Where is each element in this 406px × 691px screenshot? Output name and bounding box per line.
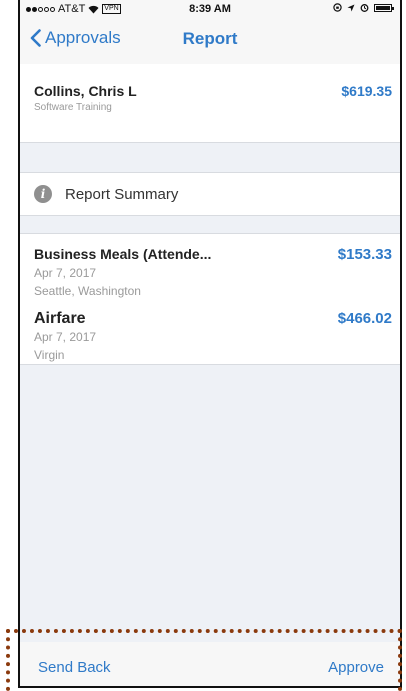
expense-location: Seattle, Washington	[34, 284, 141, 298]
phone-screen: AT&T VPN 8:39 AM Approvals Report Collin…	[18, 0, 402, 688]
bottom-toolbar: Send Back Approve	[20, 642, 400, 686]
expense-date: Apr 7, 2017	[34, 330, 97, 344]
status-right	[333, 3, 394, 12]
expense-title: Business Meals (Attende...	[34, 246, 212, 262]
report-header[interactable]: Collins, Chris L Software Training $619.…	[20, 64, 400, 143]
navigation-bar: Approvals Report	[20, 18, 400, 64]
expense-amount: $153.33	[337, 246, 392, 263]
location-icon	[347, 4, 355, 11]
report-total: $619.35	[341, 83, 392, 99]
alarm-icon	[360, 4, 369, 12]
expense-item[interactable]: Business Meals (Attende... Apr 7, 2017 S…	[20, 246, 400, 306]
send-back-button[interactable]: Send Back	[38, 659, 111, 676]
expense-title: Airfare	[34, 310, 86, 327]
status-bar: AT&T VPN 8:39 AM	[20, 0, 400, 18]
expense-list: Business Meals (Attende... Apr 7, 2017 S…	[20, 233, 400, 365]
info-icon: i	[34, 185, 52, 203]
employee-name: Collins, Chris L	[34, 83, 137, 99]
battery-icon	[374, 3, 394, 12]
report-type: Software Training	[34, 102, 112, 113]
lock-rotation-icon	[333, 3, 342, 12]
page-title: Report	[182, 29, 238, 48]
expense-amount: $466.02	[337, 310, 392, 327]
expense-item[interactable]: Airfare Apr 7, 2017 Virgin $466.02	[20, 310, 400, 370]
approve-button[interactable]: Approve	[328, 659, 384, 676]
expense-location: Virgin	[34, 348, 65, 362]
report-summary-label: Report Summary	[65, 185, 179, 203]
expense-date: Apr 7, 2017	[34, 266, 97, 280]
report-summary-row[interactable]: i Report Summary	[20, 172, 400, 216]
